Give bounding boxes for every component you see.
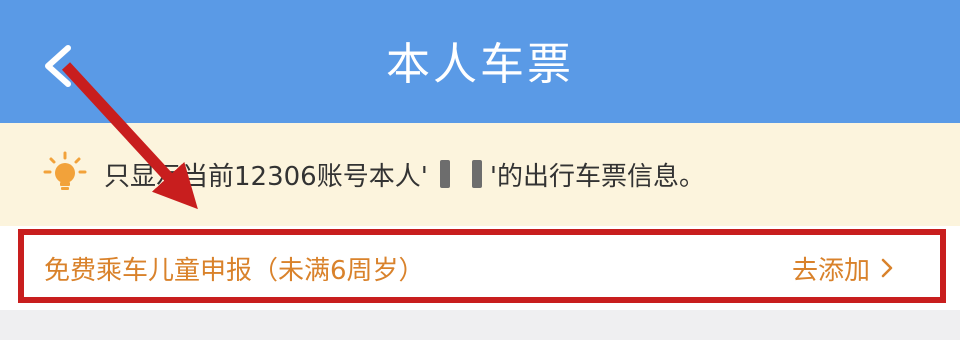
- notice-banner: 只显示当前12306账号本人' '的出行车票信息。: [0, 123, 960, 226]
- redaction-block: [439, 160, 450, 188]
- child-declaration-row[interactable]: 免费乘车儿童申报（未满6周岁） 去添加: [0, 226, 960, 310]
- add-child-link[interactable]: 去添加: [792, 246, 894, 290]
- redaction-block: [471, 160, 482, 188]
- header-bar: 本人车票: [0, 0, 960, 123]
- child-declaration-label: 免费乘车儿童申报（未满6周岁）: [44, 255, 425, 286]
- notice-text: 只显示当前12306账号本人' '的出行车票信息。: [104, 151, 705, 197]
- notice-text-suffix: '的出行车票信息。: [489, 161, 706, 192]
- lightbulb-icon: [43, 151, 87, 190]
- chevron-right-icon: [881, 258, 893, 278]
- add-child-label: 去添加: [791, 255, 870, 286]
- page-title: 本人车票: [386, 39, 574, 90]
- notice-text-prefix: 只显示当前12306账号本人': [104, 161, 428, 192]
